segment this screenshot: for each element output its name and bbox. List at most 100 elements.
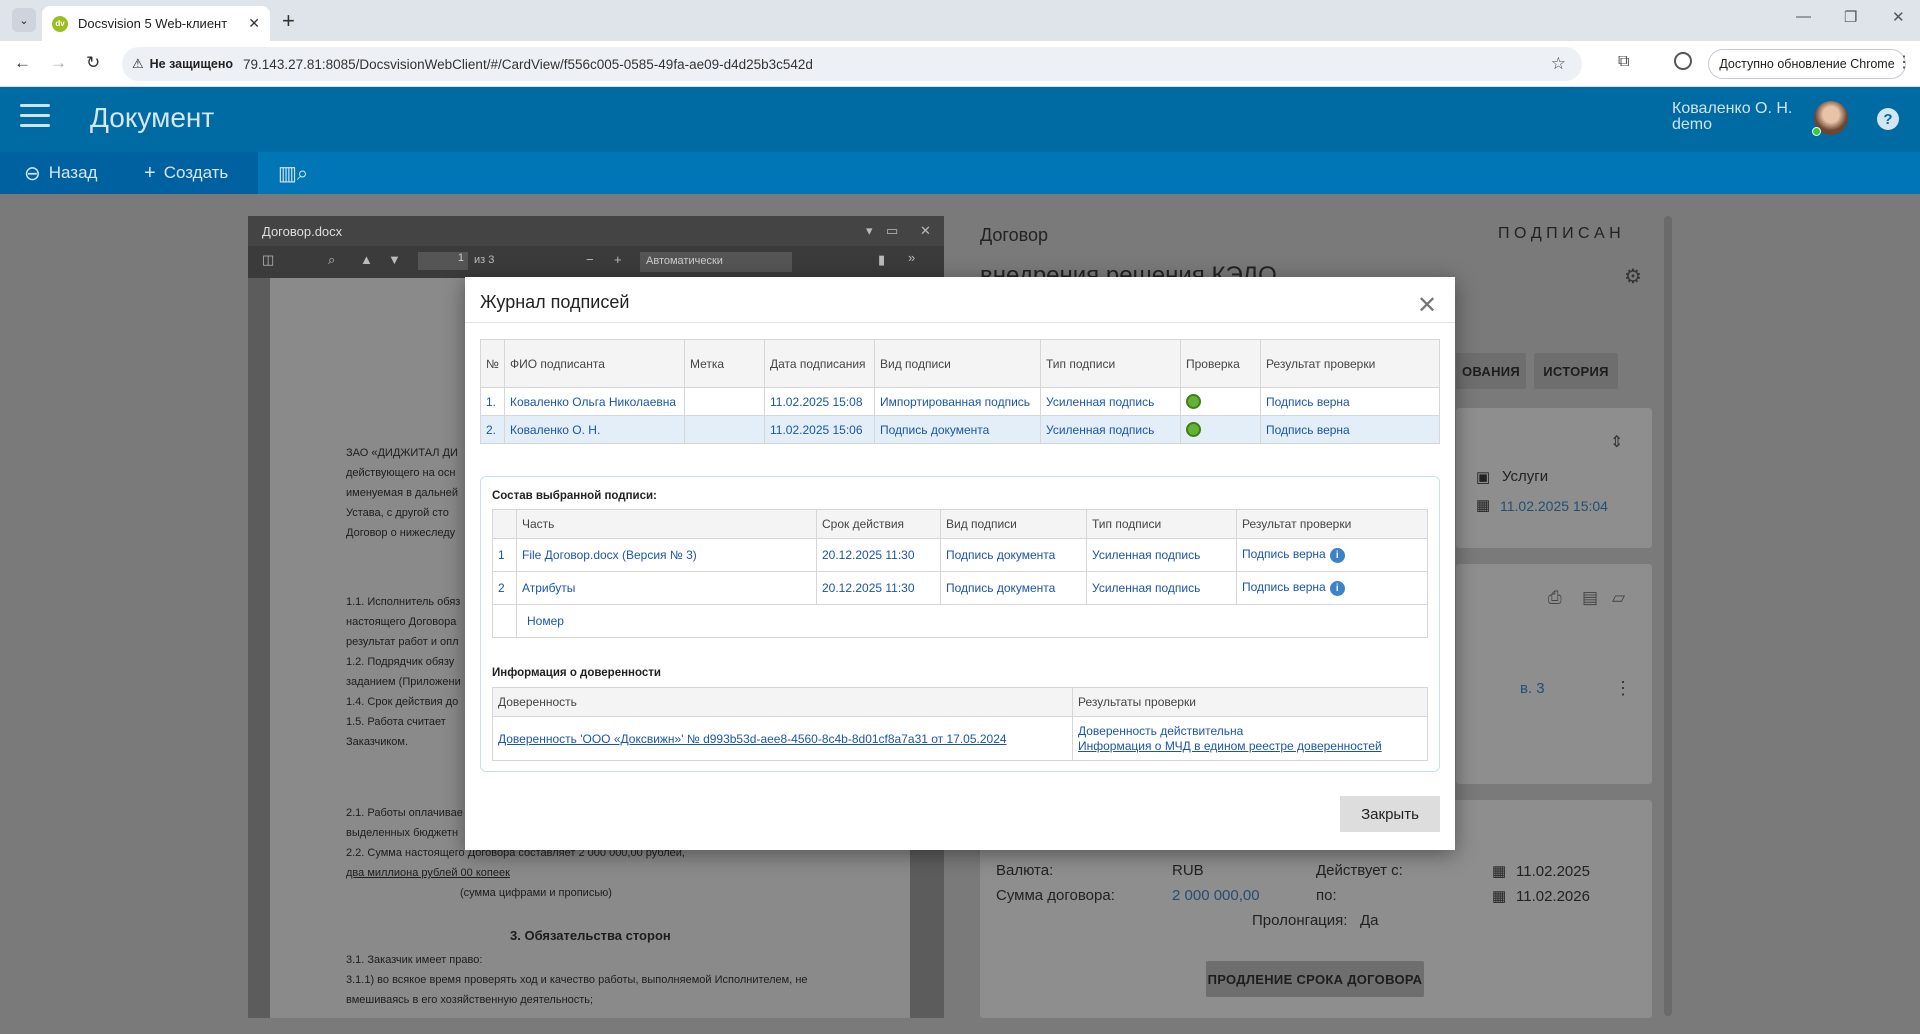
chrome-menu-icon[interactable]: ⋮ [1896, 52, 1912, 72]
page-number-input[interactable]: 1 [418, 252, 468, 270]
comment-icon[interactable]: ▭ [886, 223, 898, 239]
folder-icon[interactable]: ▱ [1612, 588, 1625, 608]
favicon-icon: dv [52, 15, 68, 32]
table-row[interactable]: 1 File Договор.docx (Версия № 3) 20.12.2… [492, 538, 1428, 572]
file-more-icon[interactable]: ⋮ [1614, 678, 1632, 699]
sidebar-toggle-icon[interactable]: ◫ [262, 252, 274, 268]
viewer-file-name: Договор.docx [262, 223, 343, 239]
print-icon[interactable]: ⎙ [1548, 588, 1562, 608]
window-close-icon[interactable]: ✕ [1892, 8, 1905, 26]
bookmark-icon[interactable]: ▮ [878, 252, 885, 268]
col-result: Результат проверки [1260, 339, 1440, 388]
dialog-title: Журнал подписей [480, 292, 630, 312]
card-title: внедрения решения КЭДО [980, 262, 1277, 278]
composition-table: Часть Срок действия Вид подписи Тип подп… [492, 509, 1428, 638]
page-count: из 3 [474, 254, 495, 266]
poa-link[interactable]: Доверенность 'ООО «Доксвижн»' № d993b53d… [498, 732, 1007, 746]
browser-tab[interactable]: dv Docsvision 5 Web-клиент ✕ [42, 6, 270, 41]
viewer-dropdown-icon[interactable]: ▾ [866, 223, 873, 239]
doc-section-3: 3. Обязательства сторон [510, 928, 671, 943]
reload-icon[interactable]: ↻ [86, 53, 100, 73]
page-up-icon[interactable]: ▲ [360, 252, 373, 267]
calendar-icon: ▦ [1476, 497, 1491, 514]
history-button[interactable]: ИСТОРИЯ [1534, 353, 1618, 389]
file-version[interactable]: в. 3 [1520, 680, 1545, 697]
table-row[interactable]: 2. Коваленко О. Н. 11.02.2025 15:06 Подп… [480, 415, 1440, 444]
bookmark-star-icon[interactable]: ☆ [1551, 54, 1566, 74]
omnibox[interactable]: ⚠ Не защищено 79.143.27.81:8085/Docsvisi… [122, 47, 1582, 81]
create-button[interactable]: + Создать [144, 152, 228, 194]
services-icon: ▣ [1476, 469, 1491, 486]
calendar-icon: ▦ [1492, 863, 1507, 880]
dialog-close-icon[interactable]: ✕ [1417, 291, 1437, 320]
poa-table: Доверенность Результаты проверки Доверен… [492, 687, 1428, 761]
verified-seal-icon [1186, 422, 1201, 438]
card-type: Договор [980, 225, 1048, 245]
barcode-search-icon[interactable]: ▥⌕ [278, 152, 316, 194]
col-kind: Вид подписи [874, 339, 1041, 388]
doc-lines-4: 3.1. Заказчик имеет право: 3.1.1) во всяк… [346, 954, 808, 1006]
viewer-toolbar: ◫ ⌕ ▲ ▼ 1 из 3 − + Автоматически ▮ » [248, 246, 944, 278]
col-number: № [480, 339, 505, 388]
info-icon[interactable]: i [1329, 580, 1345, 596]
verified-seal-icon [1186, 394, 1201, 410]
approvals-button[interactable]: ОВАНИЯ [1456, 353, 1526, 389]
viewer-search-icon[interactable]: ⌕ [328, 252, 335, 268]
forward-arrow-icon[interactable]: → [50, 53, 67, 73]
table-row[interactable]: 2 Атрибуты 20.12.2025 11:30 Подпись доку… [492, 571, 1428, 605]
poa-title: Информация о доверенности [492, 667, 661, 679]
card-scrollbar[interactable] [1664, 216, 1672, 1016]
viewer-close-icon[interactable]: ✕ [920, 223, 931, 239]
prolong-label: Пролонгация: [1252, 912, 1348, 929]
page-title: Документ [90, 102, 215, 133]
sum-label: Сумма договора: [996, 887, 1115, 904]
restore-icon[interactable]: ❐ [1844, 8, 1857, 26]
back-label: Назад [48, 163, 98, 182]
page-down-icon[interactable]: ▼ [388, 252, 401, 267]
mchd-registry-link[interactable]: Информация о МЧД в едином реестре довере… [1078, 739, 1422, 754]
new-tab-button[interactable]: + [282, 8, 295, 34]
table-header: № ФИО подписанта Метка Дата подписания В… [480, 339, 1440, 388]
currency-label: Валюта: [996, 862, 1054, 879]
created-date: 11.02.2025 15:04 [1500, 498, 1608, 514]
extend-contract-button[interactable]: ПРОДЛЕНИЕ СРОКА ДОГОВОРА [1206, 961, 1424, 997]
warning-icon: ⚠ [132, 56, 144, 71]
close-tab-icon[interactable]: ✕ [248, 15, 260, 32]
zoom-in-icon[interactable]: + [614, 252, 622, 267]
valid-to-value[interactable]: 11.02.2026 [1516, 888, 1590, 905]
valid-from-value[interactable]: 11.02.2025 [1516, 863, 1590, 880]
archive-icon[interactable]: ▤ [1582, 588, 1598, 608]
table-row: Доверенность 'ООО «Доксвижн»' № d993b53d… [492, 716, 1428, 761]
profile-icon[interactable] [1674, 52, 1692, 70]
chrome-update-button[interactable]: Доступно обновление Chrome [1708, 49, 1906, 79]
tab-list-button[interactable]: ⌄ [12, 8, 36, 32]
user-info[interactable]: Коваленко О. Н. demo [1672, 101, 1792, 133]
app-header [0, 87, 1920, 152]
expand-collapse-icon[interactable]: ⇕ [1610, 432, 1623, 452]
plus-icon: + [144, 161, 156, 184]
col-date: Дата подписания [764, 339, 875, 388]
more-tools-icon[interactable]: » [908, 250, 915, 265]
info-icon[interactable]: i [1329, 547, 1345, 563]
close-button[interactable]: Закрыть [1340, 796, 1440, 832]
col-check: Проверка [1180, 339, 1261, 388]
extensions-icon[interactable]: ⧉ [1618, 53, 1629, 71]
table-row[interactable]: 1. Коваленко Ольга Николаевна 11.02.2025… [480, 387, 1440, 416]
certificate-icon: ⚙ [1624, 266, 1642, 288]
zoom-out-icon[interactable]: − [586, 252, 594, 267]
minimize-icon[interactable]: — [1796, 8, 1811, 25]
back-arrow-icon[interactable]: ← [14, 53, 31, 73]
table-header: Доверенность Результаты проверки [492, 687, 1428, 717]
sum-value: 2 000 000,00 [1172, 887, 1260, 904]
hamburger-menu-icon[interactable] [20, 104, 50, 128]
help-icon[interactable]: ? [1877, 108, 1899, 130]
zoom-select[interactable]: Автоматически [640, 252, 792, 272]
table-header: Часть Срок действия Вид подписи Тип подп… [492, 509, 1428, 539]
create-label: Создать [163, 163, 229, 182]
card-status: П О Д П И С А Н [1498, 225, 1621, 242]
valid-from-label: Действует с: [1316, 862, 1403, 879]
currency-value: RUB [1172, 862, 1204, 879]
back-button[interactable]: ⊖ Назад [24, 152, 97, 194]
calendar-icon: ▦ [1492, 888, 1507, 905]
poa-valid-text: Доверенность действительна [1078, 723, 1244, 738]
